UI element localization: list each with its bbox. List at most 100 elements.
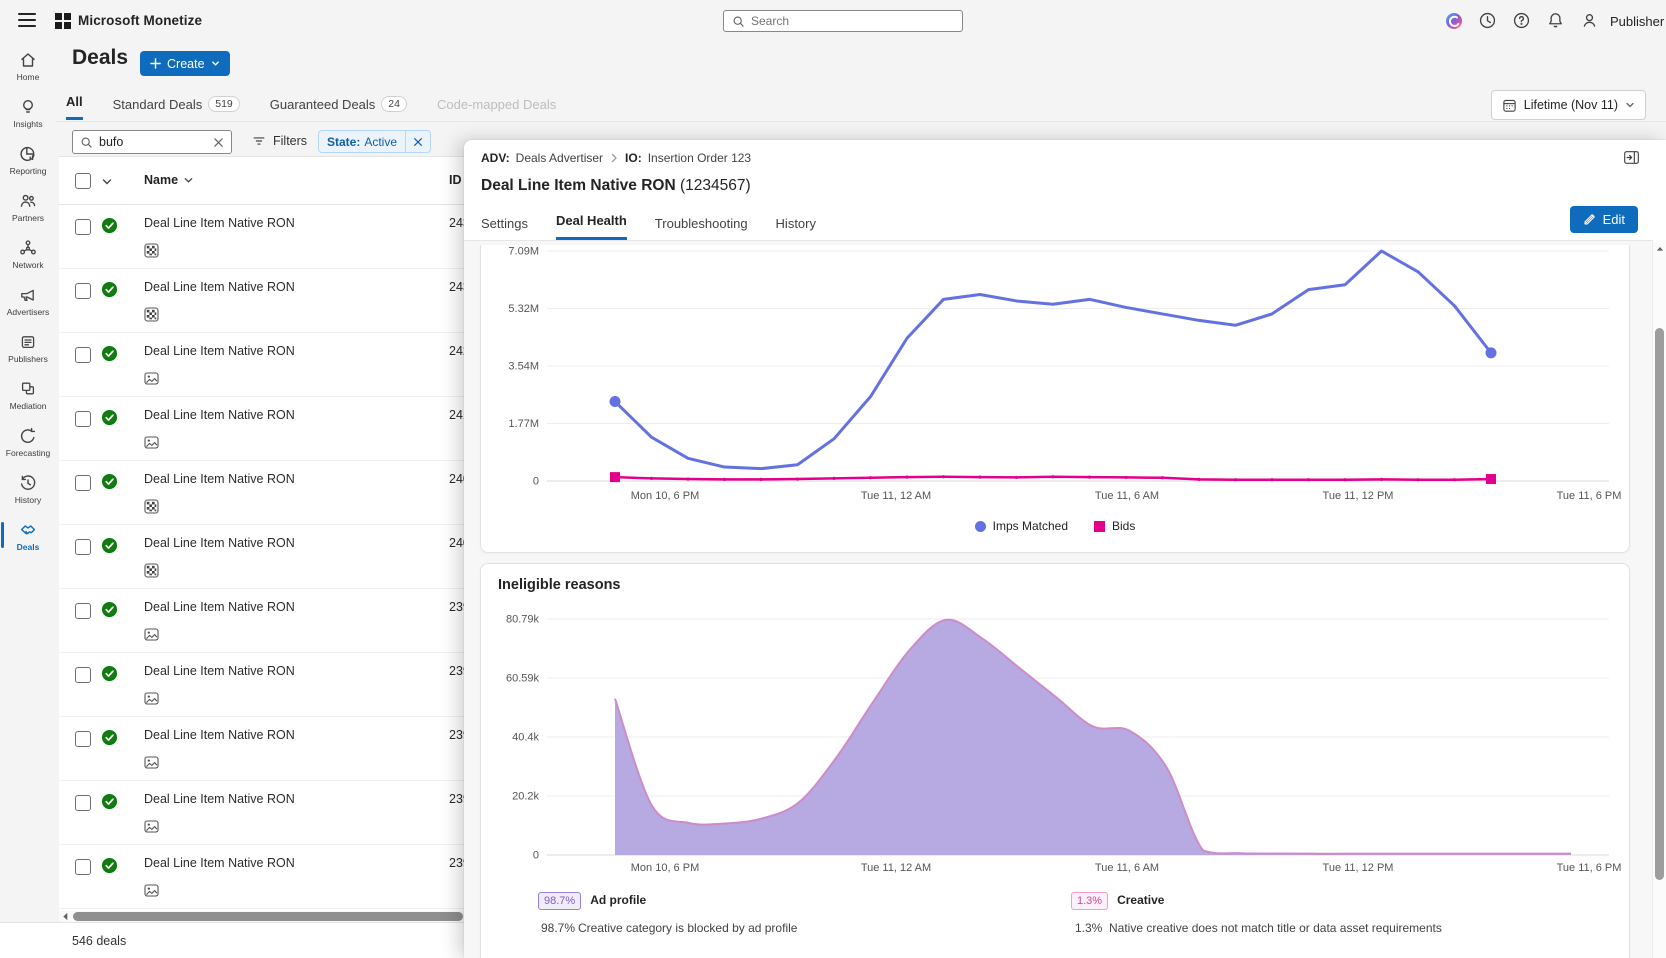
tab-history[interactable]: History — [776, 216, 816, 240]
row-checkbox[interactable] — [75, 475, 91, 491]
create-button[interactable]: Create — [140, 51, 230, 76]
chevron-down-icon — [211, 59, 220, 68]
deals-search-input[interactable] — [99, 135, 207, 149]
sidebar-item-mediation[interactable]: Mediation — [0, 371, 56, 418]
open-in-side-panel-icon[interactable] — [1623, 149, 1640, 166]
row-checkbox[interactable] — [75, 347, 91, 363]
row-checkbox[interactable] — [75, 219, 91, 235]
ad-profile-legend[interactable]: 98.7%Ad profile — [538, 892, 646, 910]
deal-name[interactable]: Deal Line Item Native RON — [144, 792, 295, 806]
tab-settings[interactable]: Settings — [481, 216, 528, 240]
sidebar-item-history[interactable]: History — [0, 465, 56, 512]
column-header-id[interactable]: ID — [449, 173, 462, 187]
status-active-icon — [101, 281, 118, 298]
copilot-icon[interactable] — [1444, 11, 1464, 31]
app-window: Microsoft Monetize Publisher Home In — [0, 0, 1666, 958]
svg-text:Tue 11, 12 PM: Tue 11, 12 PM — [1323, 862, 1394, 874]
horizontal-scrollbar-thumb[interactable] — [73, 912, 463, 921]
hamburger-menu-icon[interactable] — [18, 13, 36, 29]
deal-name[interactable]: Deal Line Item Native RON — [144, 600, 295, 614]
svg-text:Mon 10, 6 PM: Mon 10, 6 PM — [631, 490, 699, 502]
vertical-scrollbar[interactable] — [1652, 240, 1666, 958]
tab-code-mapped-deals[interactable]: Code-mapped Deals — [437, 97, 556, 120]
sidebar-item-reporting[interactable]: Reporting — [0, 136, 56, 183]
sidebar-item-insights[interactable]: Insights — [0, 89, 56, 136]
panel-title-id: (1234567) — [680, 177, 751, 194]
row-checkbox[interactable] — [75, 667, 91, 683]
sidebar-item-deals[interactable]: Deals — [0, 512, 56, 559]
sidebar-item-home[interactable]: Home — [0, 42, 56, 89]
deal-name[interactable]: Deal Line Item Native RON — [144, 856, 295, 870]
deal-name[interactable]: Deal Line Item Native RON — [144, 344, 295, 358]
status-active-icon — [101, 857, 118, 874]
select-menu-chevron-icon[interactable] — [101, 176, 113, 188]
row-checkbox[interactable] — [75, 283, 91, 299]
panel-tab-bar: Settings Deal Health Troubleshooting His… — [481, 202, 816, 240]
sidebar-item-publishers[interactable]: Publishers — [0, 324, 56, 371]
svg-text:1.77M: 1.77M — [508, 418, 539, 430]
row-checkbox[interactable] — [75, 795, 91, 811]
deal-name[interactable]: Deal Line Item Native RON — [144, 472, 295, 486]
remove-filter-icon[interactable] — [405, 131, 430, 152]
deals-search-box[interactable] — [72, 130, 232, 154]
scroll-up-arrow-icon[interactable] — [1656, 245, 1664, 253]
deal-count-label: 546 deals — [72, 934, 126, 948]
deal-name[interactable]: Deal Line Item Native RON — [144, 280, 295, 294]
column-header-name[interactable]: Name — [144, 173, 194, 187]
breadcrumb-insertion-order[interactable]: Insertion Order 123 — [648, 151, 751, 165]
deal-name[interactable]: Deal Line Item Native RON — [144, 664, 295, 678]
svg-text:Tue 11, 6 AM: Tue 11, 6 AM — [1095, 862, 1159, 874]
deal-name[interactable]: Deal Line Item Native RON — [144, 728, 295, 742]
help-icon[interactable] — [1512, 11, 1532, 31]
deal-name[interactable]: Deal Line Item Native RON — [144, 536, 295, 550]
date-range-picker-button[interactable]: Lifetime (Nov 11) — [1491, 90, 1646, 120]
scroll-left-arrow-icon[interactable] — [61, 912, 70, 921]
row-checkbox[interactable] — [75, 731, 91, 747]
status-active-icon — [101, 729, 118, 746]
row-checkbox[interactable] — [75, 411, 91, 427]
tab-all[interactable]: All — [66, 94, 83, 120]
calendar-icon — [1502, 98, 1517, 113]
ineligible-reasons-area-chart: 020.2k40.4k60.59k80.79kMon 10, 6 PMTue 1… — [481, 564, 1631, 879]
global-search-input[interactable] — [751, 14, 954, 28]
edit-button[interactable]: Edit — [1570, 206, 1638, 233]
role-label[interactable]: Publisher — [1610, 14, 1664, 29]
filters-button[interactable]: Filters — [252, 134, 307, 148]
global-search[interactable] — [723, 10, 963, 32]
breadcrumb-advertiser[interactable]: Deals Advertiser — [516, 151, 603, 165]
deal-name[interactable]: Deal Line Item Native RON — [144, 408, 295, 422]
creative-type-image-icon — [144, 819, 159, 834]
creative-legend[interactable]: 1.3%Creative — [1071, 892, 1164, 910]
tab-troubleshooting[interactable]: Troubleshooting — [655, 216, 748, 240]
state-active-filter-chip[interactable]: State:Active — [318, 130, 431, 153]
tab-standard-deals[interactable]: Standard Deals519 — [113, 96, 240, 120]
sidebar-item-forecasting[interactable]: Forecasting — [0, 418, 56, 465]
tab-deal-health[interactable]: Deal Health — [556, 213, 627, 240]
svg-text:Tue 11, 12 AM: Tue 11, 12 AM — [861, 862, 931, 874]
status-active-icon — [101, 409, 118, 426]
status-active-icon — [101, 793, 118, 810]
recent-activity-icon[interactable] — [1478, 11, 1498, 31]
sidebar-item-partners[interactable]: Partners — [0, 183, 56, 230]
sidebar-item-network[interactable]: Network — [0, 230, 56, 277]
legend-bids[interactable]: Bids — [1094, 519, 1135, 533]
clear-search-icon[interactable] — [213, 137, 224, 148]
select-all-checkbox[interactable] — [75, 173, 91, 189]
ad-profile-description: Creative category is blocked by ad profi… — [578, 921, 797, 935]
account-person-icon[interactable] — [1580, 11, 1600, 31]
imps-bids-line-chart: 01.77M3.54M5.32M7.09MMon 10, 6 PMTue 11,… — [481, 245, 1631, 507]
row-checkbox[interactable] — [75, 859, 91, 875]
delivery-chart-card: 01.77M3.54M5.32M7.09MMon 10, 6 PMTue 11,… — [480, 245, 1630, 553]
left-nav-rail: Home Insights Reporting Partners Network… — [0, 42, 56, 958]
notifications-bell-icon[interactable] — [1546, 11, 1566, 31]
row-checkbox[interactable] — [75, 603, 91, 619]
tab-guaranteed-deals[interactable]: Guaranteed Deals24 — [270, 96, 407, 120]
vertical-scrollbar-thumb[interactable] — [1655, 328, 1664, 880]
svg-text:Tue 11, 6 PM: Tue 11, 6 PM — [1557, 490, 1622, 502]
deal-name[interactable]: Deal Line Item Native RON — [144, 216, 295, 230]
legend-imps-matched[interactable]: Imps Matched — [975, 519, 1068, 533]
sidebar-item-advertisers[interactable]: Advertisers — [0, 277, 56, 324]
row-checkbox[interactable] — [75, 539, 91, 555]
panel-content: 01.77M3.54M5.32M7.09MMon 10, 6 PMTue 11,… — [464, 241, 1652, 958]
horizontal-scrollbar[interactable] — [59, 911, 468, 922]
